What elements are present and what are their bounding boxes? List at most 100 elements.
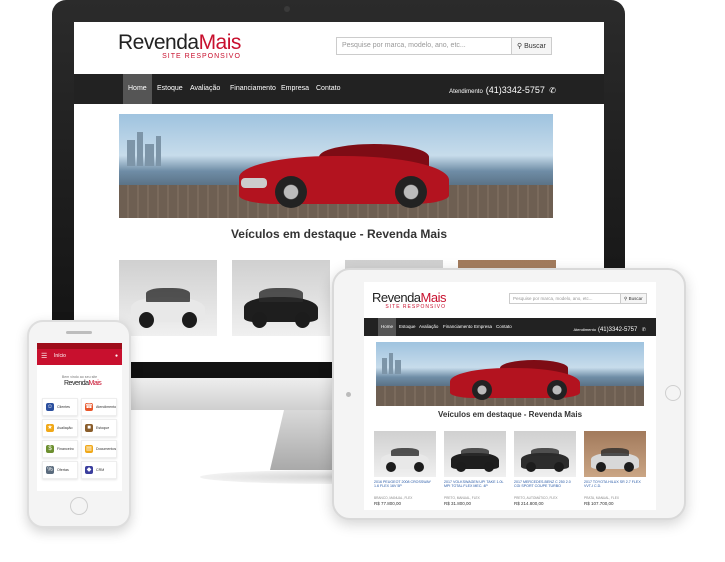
search-button-label: Buscar [628,296,643,301]
city-skyline [156,136,161,166]
tile-avaliacao[interactable]: ★ Avaliação [42,419,78,437]
tile-ofertas[interactable]: % Ofertas [42,461,78,479]
contact-phone[interactable]: Atendimento (41)3342-5757 ✆ [574,318,647,336]
brand-name-part2: Mais [420,290,447,305]
contact-label: Atendimento [573,327,596,332]
featured-title: Veículos em destaque - Revenda Mais [230,227,448,241]
nav-contato[interactable]: Contato [493,318,515,336]
brand-name-part2: Mais [198,31,242,54]
main-nav: Home Estoque Avaliação Financiamento Emp… [74,74,604,104]
vehicle-meta: PRATA, MANUAL, FLEX [584,496,619,500]
tile-label: Ofertas [57,468,69,472]
search-button[interactable]: ⚲ Buscar [621,293,647,304]
hero-banner [119,114,553,218]
tablet-home-button [665,385,681,401]
vehicle-card[interactable]: 2017 TOYOTA HILUX SR 2.7 FLEX VVT-I C.D.… [584,431,646,506]
stock-icon: ■ [85,424,93,432]
phone-speaker [66,331,92,334]
car-grille [241,178,267,188]
nav-avaliacao[interactable]: Avaliação [185,74,225,104]
car-wheel [483,462,494,473]
search-input[interactable]: Pesquise por marca, modelo, ano, etc... [509,293,621,304]
vehicle-meta: PRETO, MANUAL, FLEX [444,496,480,500]
vehicle-card[interactable]: 2017 VOLKSWAGEN UP! TAKE 1.0L MPI TOTAL … [444,431,506,506]
vehicle-description[interactable]: 2017 VOLKSWAGEN UP! TAKE 1.0L MPI TOTAL … [444,480,506,494]
app-bar: ☰ Início ● [37,349,122,365]
brand-name-part2: Mais [88,380,102,387]
car-wheel [456,462,467,473]
nav-home[interactable]: Home [378,318,397,336]
nav-avaliacao[interactable]: Avaliação [416,318,441,336]
brand-logo[interactable]: RevendaMais SITE RESPONSIVO [118,31,241,60]
tablet-camera-icon [346,392,351,397]
site-header: RevendaMais SITE RESPONSIVO Pesquise por… [74,22,604,74]
car-wheel [472,380,492,400]
search-icon: ⚲ [624,296,628,301]
phone-number: (41)3342-5757 [597,327,638,333]
tile-label: Estoque [96,426,110,430]
vehicle-card[interactable]: 2017 MERCEDES-BENZ C 250 2.0 CGI SPORT C… [514,431,576,506]
car-wheel [413,462,424,473]
search-input[interactable]: Pesquise por marca, modelo, ano, etc... [336,37,512,55]
vehicle-price: R$ 107.700,00 [584,501,614,506]
phone-number: (41)3342-5757 [485,85,545,95]
car-window [461,448,489,457]
car-window [531,448,559,457]
menu-icon[interactable]: ☰ [41,352,47,361]
nav-contato[interactable]: Contato [311,74,346,104]
camera-icon [284,6,290,12]
city-skyline [382,358,387,374]
vehicle-card-image[interactable] [119,260,217,336]
vehicle-card-image[interactable] [232,260,330,336]
vehicle-price: R$ 214.800,00 [514,501,544,506]
nav-empresa[interactable]: Empresa [276,74,314,104]
vehicle-description[interactable]: 2017 TOYOTA HILUX SR 2.7 FLEX VVT-I C.D. [584,480,646,494]
brand-name-part1: Revenda [372,290,421,305]
nav-estoque[interactable]: Estoque [152,74,188,104]
car-wheel [294,311,311,329]
search-button[interactable]: ⚲ Buscar [512,37,552,55]
location-pin-icon[interactable]: ● [115,353,118,359]
crm-icon: ◆ [85,466,93,474]
search-icon: ⚲ [517,43,523,50]
vehicle-card[interactable]: 2016 PEUGEOT 2008 CROSSWAY 1.6 FLEX 16V … [374,431,436,506]
vehicle-description[interactable]: 2017 MERCEDES-BENZ C 250 2.0 CGI SPORT C… [514,480,576,494]
contact-phone[interactable]: Atendimento (41)3342-5757 ✆ [449,74,556,104]
nav-empresa[interactable]: Empresa [471,318,495,336]
vehicle-meta: BRANCO, MANUAL, FLEX [374,496,413,500]
car-wheel [623,462,634,473]
documents-icon: ▤ [85,445,93,453]
brand-name-part1: Revenda [64,380,89,387]
brand-logo[interactable]: RevendaMais SITE RESPONSIVO [372,290,447,310]
vehicle-price: R$ 77.800,00 [374,501,402,506]
tile-crm[interactable]: ◆ CRM [81,461,117,479]
search-button-label: Buscar [524,43,546,50]
car-wheel [526,462,537,473]
car-wheel [275,176,307,208]
tile-financeiro[interactable]: $ Financeiro [42,440,78,458]
city-skyline [395,360,401,374]
vehicle-price: R$ 31.800,00 [444,501,472,506]
car-wheel [553,462,564,473]
vehicle-description[interactable]: 2016 PEUGEOT 2008 CROSSWAY 1.6 FLEX 16V … [374,480,436,494]
city-skyline [389,353,393,374]
car-wheel [386,462,397,473]
tile-label: Financeiro [57,447,74,451]
app-title: Início [54,353,66,359]
tile-clientes[interactable]: ☺ Clientes [42,398,78,416]
nav-home[interactable]: Home [123,74,152,104]
finance-icon: $ [46,445,54,453]
nav-financiamento[interactable]: Financiamento [225,74,281,104]
car-wheel [596,462,607,473]
car-wheel [547,380,567,400]
brand-tagline: SITE RESPONSIVO [162,53,241,60]
tile-documentos[interactable]: ▤ Documentos [81,440,117,458]
tile-atendimento[interactable]: ☎ Atendimento [81,398,117,416]
support-icon: ☎ [85,403,93,411]
search-bar: Pesquise por marca, modelo, ano, etc... … [336,37,552,55]
vehicle-card-image [584,431,646,477]
tile-estoque[interactable]: ■ Estoque [81,419,117,437]
vehicle-card-image [514,431,576,477]
evaluation-icon: ★ [46,424,54,432]
car-window [259,288,303,302]
